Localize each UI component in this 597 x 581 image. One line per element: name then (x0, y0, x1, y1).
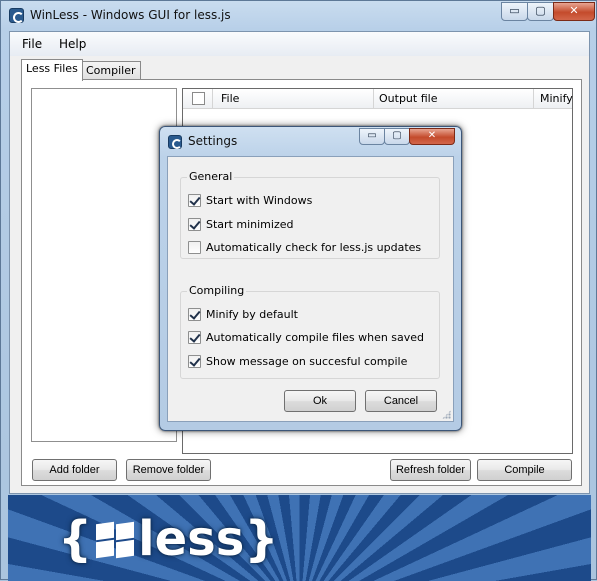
minimize-button[interactable]: ▭ (501, 2, 528, 21)
column-separator[interactable] (533, 89, 534, 109)
auto-compile-checkbox[interactable] (188, 331, 201, 344)
dialog-close-button[interactable]: ✕ (409, 128, 455, 145)
column-separator[interactable] (373, 89, 374, 109)
settings-dialog: Settings ▭ ▢ ✕ General Start with Window… (159, 126, 462, 431)
window-title: WinLess - Windows GUI for less.js (30, 8, 231, 22)
select-all-checkbox[interactable] (192, 92, 205, 105)
column-header-file[interactable]: File (221, 92, 239, 105)
compiling-group: Compiling Minify by default Automaticall… (180, 284, 440, 379)
logo-text: less (138, 511, 245, 567)
less-banner: { less} (8, 495, 591, 581)
maximize-button[interactable]: ▢ (527, 2, 554, 21)
start-with-windows-checkbox[interactable] (188, 194, 201, 207)
less-logo: { less} (58, 509, 279, 571)
show-message-label[interactable]: Show message on succesful compile (206, 355, 407, 368)
compile-button[interactable]: Compile (477, 459, 572, 481)
resize-grip-icon[interactable] (442, 410, 451, 419)
start-with-windows-label[interactable]: Start with Windows (206, 194, 312, 207)
dialog-maximize-button[interactable]: ▢ (384, 128, 410, 145)
minify-default-checkbox[interactable] (188, 308, 201, 321)
check-updates-checkbox[interactable] (188, 241, 201, 254)
cancel-button[interactable]: Cancel (365, 390, 437, 412)
menu-help[interactable]: Help (53, 36, 92, 52)
menu-file[interactable]: File (16, 36, 48, 52)
settings-content: General Start with Windows Start minimiz… (167, 156, 454, 422)
title-bar[interactable]: WinLess - Windows GUI for less.js ▭ ▢ ✕ (1, 1, 596, 31)
remove-folder-button[interactable]: Remove folder (126, 459, 211, 481)
column-separator[interactable] (212, 89, 213, 109)
windows-flag-icon (96, 521, 136, 559)
start-minimized-checkbox[interactable] (188, 218, 201, 231)
winless-app-icon[interactable] (9, 8, 24, 23)
general-group-label: General (187, 170, 235, 183)
minify-default-label[interactable]: Minify by default (206, 308, 298, 321)
menu-bar: File Help (10, 32, 589, 56)
column-header-minify[interactable]: Minify (540, 92, 573, 105)
folder-list[interactable] (31, 88, 177, 442)
start-minimized-label[interactable]: Start minimized (206, 218, 293, 231)
tab-less-files[interactable]: Less Files (21, 59, 83, 81)
settings-app-icon[interactable] (168, 135, 182, 149)
close-button[interactable]: ✕ (553, 2, 595, 21)
logo-brace-right: } (244, 511, 279, 567)
show-message-checkbox[interactable] (188, 355, 201, 368)
tab-compiler[interactable]: Compiler (81, 61, 141, 81)
compiling-group-label: Compiling (187, 284, 247, 297)
add-folder-button[interactable]: Add folder (32, 459, 117, 481)
dialog-minimize-button[interactable]: ▭ (359, 128, 385, 145)
check-updates-label[interactable]: Automatically check for less.js updates (206, 241, 421, 254)
ok-button[interactable]: Ok (284, 390, 356, 412)
file-table-header: File Output file Minify (183, 89, 573, 109)
logo-brace-left: { (58, 511, 93, 567)
general-group: General Start with Windows Start minimiz… (180, 170, 440, 259)
column-header-output-file[interactable]: Output file (379, 92, 437, 105)
auto-compile-label[interactable]: Automatically compile files when saved (206, 331, 424, 344)
refresh-folder-button[interactable]: Refresh folder (390, 459, 471, 481)
settings-dialog-title: Settings (188, 134, 238, 148)
